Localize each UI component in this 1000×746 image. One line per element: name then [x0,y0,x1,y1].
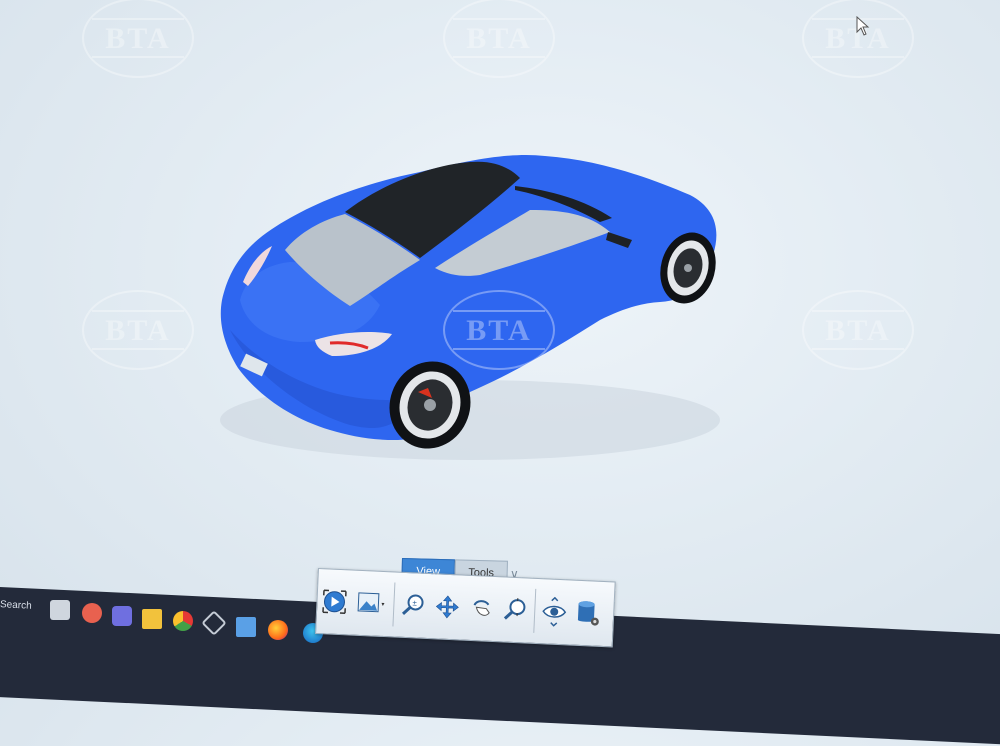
zoom-region-icon [503,598,526,620]
folder-icon[interactable] [142,609,162,629]
background-image-icon [357,592,385,613]
database-settings-icon [577,601,599,626]
pan-icon [435,595,459,619]
photos-icon[interactable] [236,617,256,637]
files-icon[interactable] [50,600,70,620]
orbit-button[interactable] [536,591,572,633]
watermark: BTA [443,0,555,78]
watermark: BTA [802,0,914,78]
database-settings-button[interactable] [570,593,606,635]
zoom-fit-icon [322,589,347,615]
view-toolbar: ± [315,568,616,648]
zoom-icon: ± [401,594,424,616]
people-icon[interactable] [82,603,102,623]
watermark: BTA [82,0,194,78]
watermark: BTA [82,290,194,370]
zoom-region-button[interactable] [497,589,533,631]
orbit-eye-icon [542,596,567,627]
taskbar-search[interactable]: Search [0,599,32,612]
zoom-button[interactable]: ± [396,585,432,627]
mouse-cursor-icon [856,16,870,36]
zoom-fit-button[interactable] [317,581,353,623]
rotate-hand-icon [473,600,490,616]
watermark: BTA [443,290,555,370]
teams-icon[interactable] [112,606,132,626]
chrome-icon[interactable] [173,611,193,631]
firefox-icon[interactable] [268,620,288,640]
background-image-button[interactable] [351,583,393,625]
rotate-button[interactable] [463,588,499,630]
watermark: BTA [802,290,914,370]
pan-button[interactable] [429,586,465,628]
